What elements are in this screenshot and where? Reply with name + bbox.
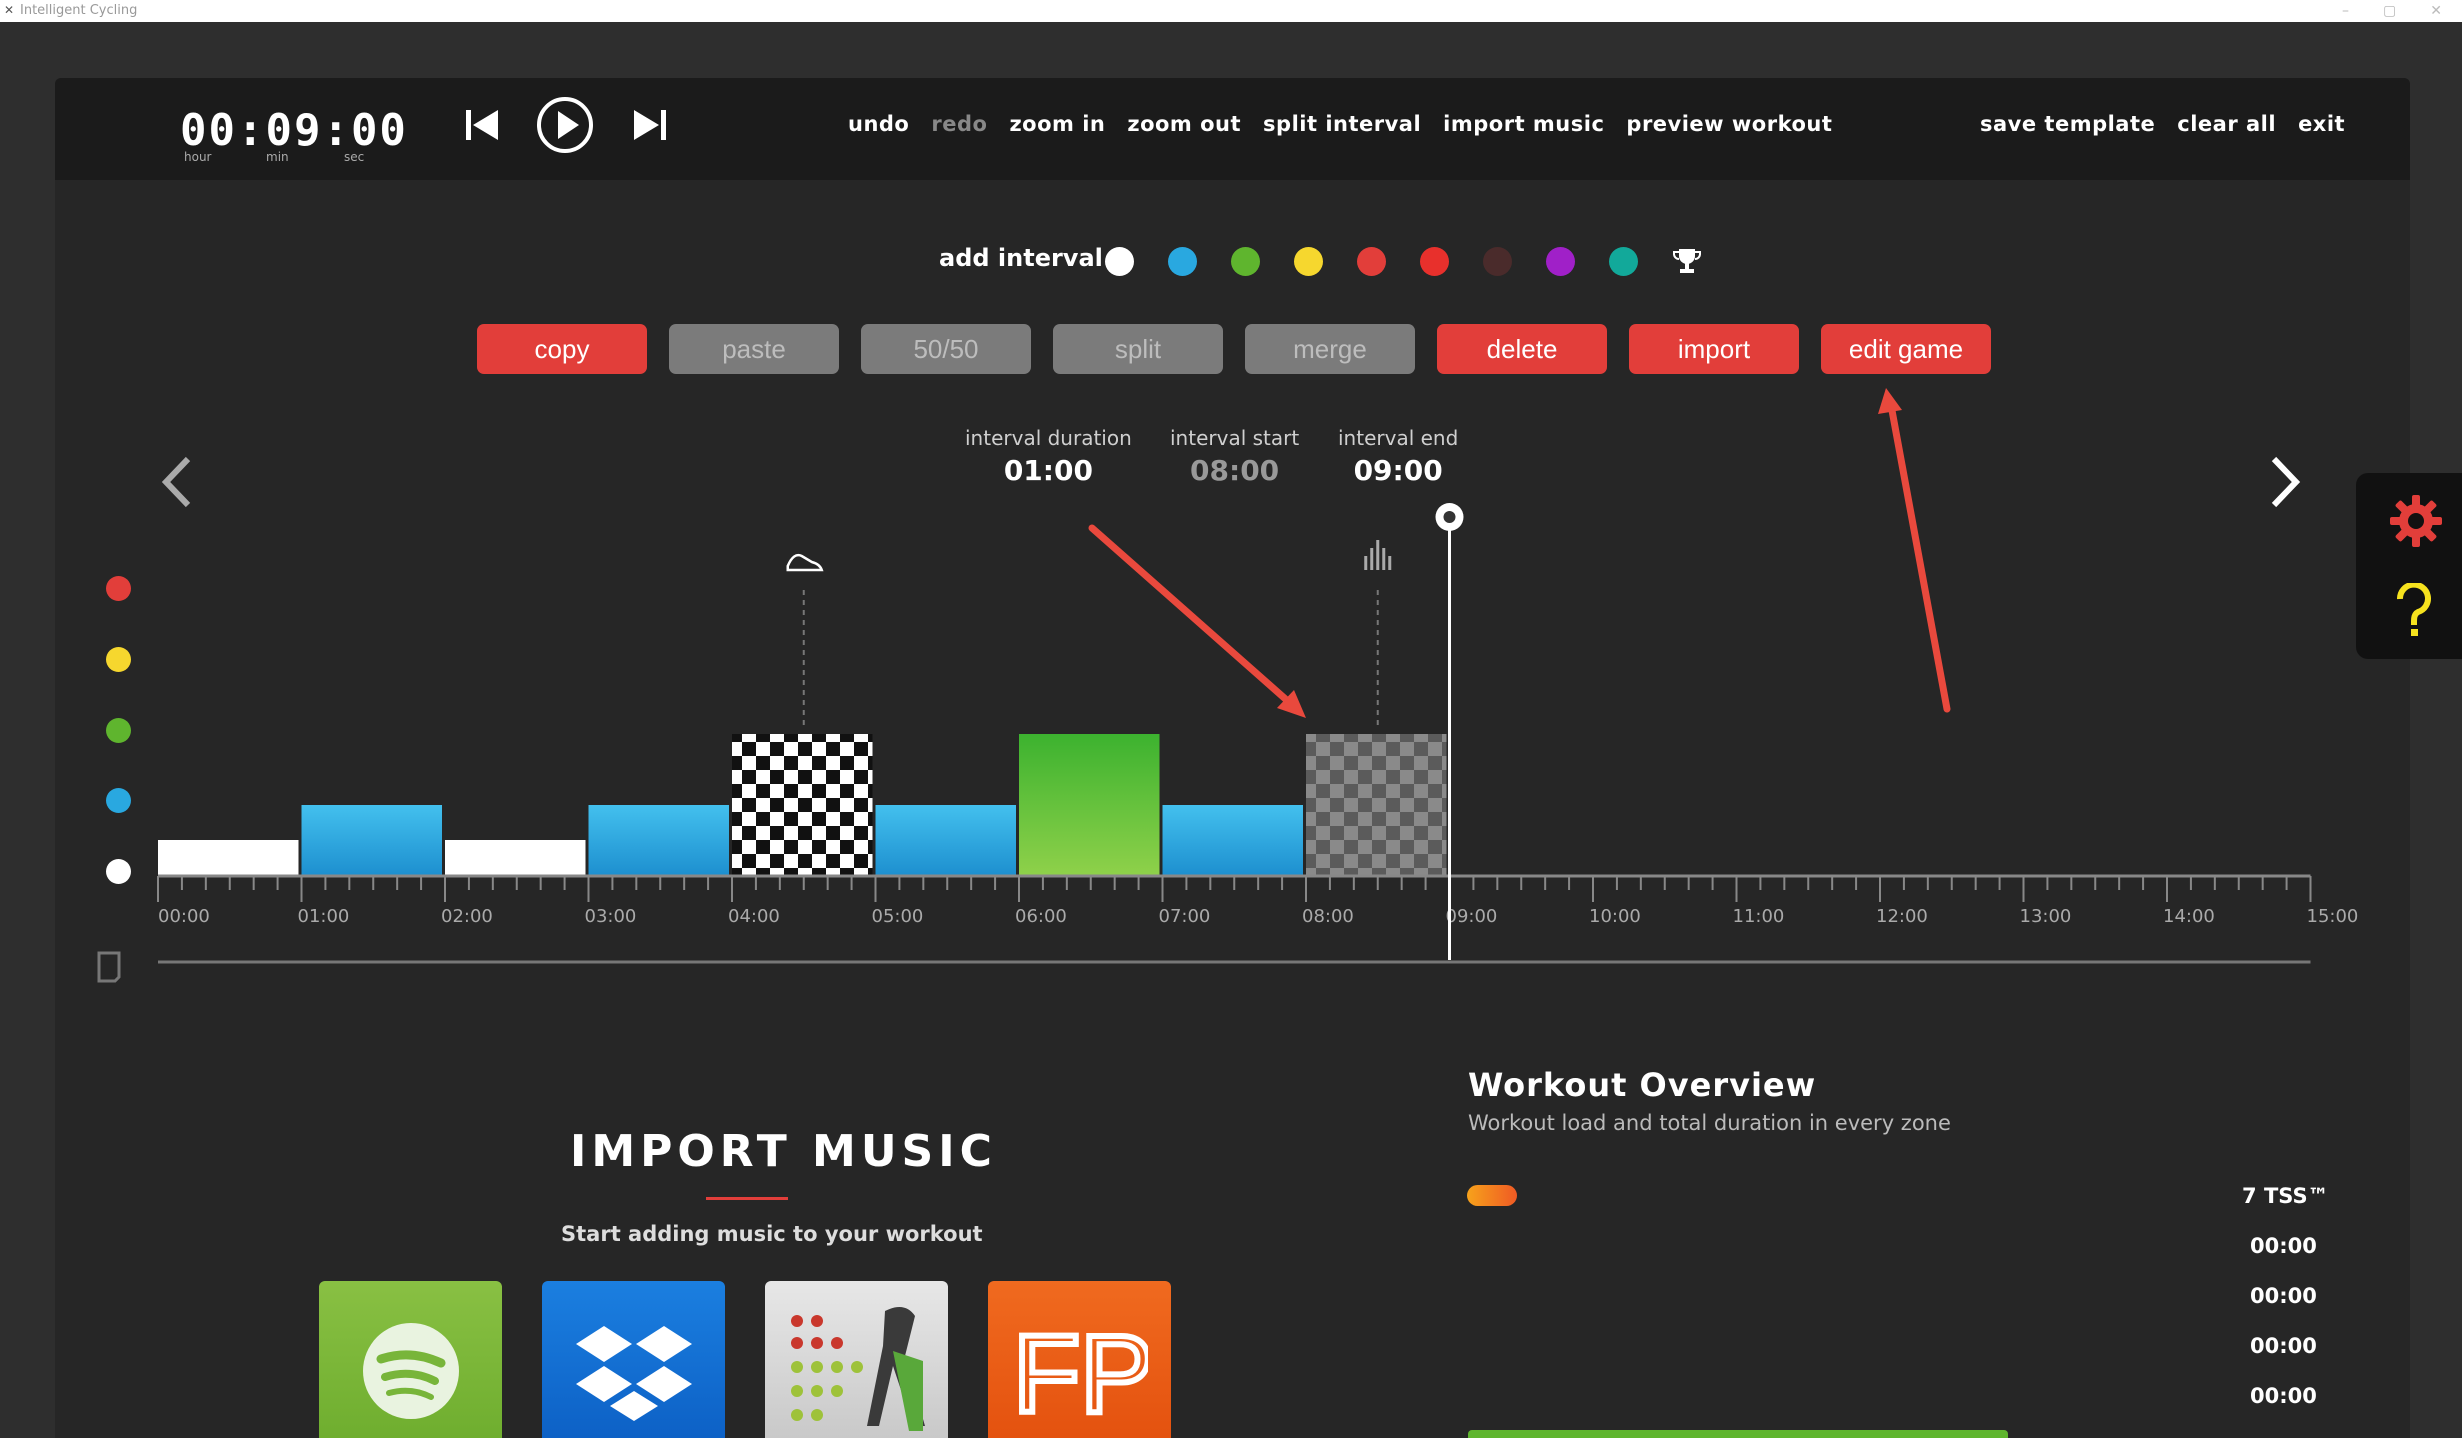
zone-time-1: 00:00 bbox=[2250, 1234, 2317, 1258]
overview-load-pill bbox=[1467, 1185, 1517, 1206]
zone-time-4: 00:00 bbox=[2250, 1384, 2317, 1408]
overview-subtitle: Workout load and total duration in every… bbox=[1468, 1111, 1951, 1135]
zone-time-2: 00:00 bbox=[2250, 1284, 2317, 1308]
dropbox-tile[interactable] bbox=[542, 1281, 725, 1438]
dropbox-icon bbox=[576, 1326, 692, 1421]
tss-readout: 7 TSS™ bbox=[2242, 1184, 2329, 1208]
music-title-underline bbox=[706, 1197, 788, 1200]
import-music-subtitle: Start adding music to your workout bbox=[561, 1222, 983, 1246]
annotation-arrows bbox=[1088, 388, 1951, 718]
zone-time-3: 00:00 bbox=[2250, 1334, 2317, 1358]
music-app-tile[interactable] bbox=[765, 1281, 948, 1438]
overview-zone-bar bbox=[1468, 1430, 2008, 1438]
spotify-tile[interactable] bbox=[319, 1281, 502, 1438]
spotify-icon bbox=[363, 1323, 459, 1419]
tss-unit: TSS™ bbox=[2263, 1184, 2329, 1208]
music-app-icon bbox=[791, 1307, 925, 1431]
tss-value: 7 bbox=[2242, 1184, 2257, 1208]
fp-tile[interactable]: FP bbox=[988, 1281, 1171, 1438]
import-music-title: IMPORT MUSIC bbox=[570, 1126, 997, 1177]
svg-text:FP: FP bbox=[1013, 1316, 1148, 1426]
fp-icon: FP bbox=[1013, 1316, 1148, 1426]
overview-title: Workout Overview bbox=[1468, 1066, 1817, 1104]
